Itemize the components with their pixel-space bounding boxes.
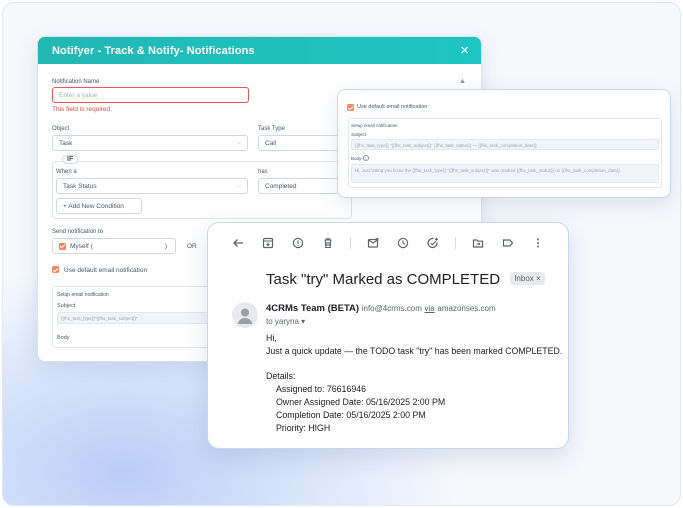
when-label: When a <box>56 169 77 175</box>
setup-email-label: Setup email notification <box>57 292 109 298</box>
move-to-icon[interactable] <box>470 235 486 251</box>
if-badge: IF <box>62 155 79 164</box>
snooze-icon[interactable] <box>395 235 411 251</box>
body-field[interactable]: Hi, Just letting you know the {{fhs_task… <box>351 164 659 183</box>
chevron-down-icon: ⌵ <box>236 183 241 189</box>
inbox-label-badge[interactable]: Inbox × <box>510 272 545 285</box>
owner-date-line: Owner Assigned Date: 05/16/2025 2:00 PM <box>276 397 446 407</box>
checkbox-icon[interactable] <box>59 242 66 250</box>
task-type-label: Task Type <box>258 126 285 132</box>
chevron-down-icon: ⌵ <box>236 140 241 146</box>
close-icon[interactable]: × <box>536 274 541 283</box>
assigned-to-line: Assigned to: 76616946 <box>276 384 366 394</box>
body-label: Body <box>57 335 70 341</box>
close-icon[interactable]: × <box>460 43 469 58</box>
sender-name: 4CRMs Team (BETA) <box>266 303 360 314</box>
object-select[interactable]: Task ⌵ <box>52 135 248 151</box>
collapse-icon[interactable]: ▲ <box>459 78 466 85</box>
report-spam-icon[interactable] <box>290 235 306 251</box>
delete-icon[interactable] <box>320 235 336 251</box>
has-label: has <box>258 169 268 175</box>
mark-unread-icon[interactable] <box>365 235 381 251</box>
subject-label: Subject <box>57 303 76 309</box>
notification-name-label: Notification Name <box>52 79 100 85</box>
sender-email: info@4crms.com <box>361 304 422 313</box>
email-subject: Task "try" Marked as COMPLETED Inbox × <box>266 271 545 288</box>
use-default-email-checkbox[interactable] <box>347 104 354 111</box>
use-default-email-label: Use default email notification <box>357 104 428 110</box>
back-arrow-icon[interactable] <box>230 235 246 251</box>
info-icon: i <box>363 155 369 161</box>
mail-toolbar <box>230 235 560 251</box>
subject-field[interactable]: {{fhs_task_type}} "{{fhs_task_subject}}"… <box>351 139 659 150</box>
more-options-icon[interactable] <box>530 235 546 251</box>
details-label: Details: <box>266 371 296 381</box>
modal-title: Notifyer - Track & Notify- Notifications <box>52 44 255 57</box>
send-to-label: Send notification to <box>52 229 104 235</box>
toolbar-divider <box>455 237 456 249</box>
toolbar-divider <box>350 237 351 249</box>
avatar <box>232 302 258 328</box>
email-preview-card: Task "try" Marked as COMPLETED Inbox × 4… <box>207 222 569 449</box>
modal-header: Notifyer - Track & Notify- Notifications… <box>38 37 481 64</box>
when-select[interactable]: Task Status ⌵ <box>56 178 248 194</box>
or-label: OR <box>187 243 197 250</box>
add-condition-button[interactable]: + Add New Condition <box>56 198 142 214</box>
sender-line: 4CRMs Team (BETA) info@4crms.com via ama… <box>266 303 496 314</box>
message-line: Just a quick update — the TODO task "try… <box>266 346 563 356</box>
has-select[interactable]: Completed <box>258 178 348 194</box>
object-label: Object <box>52 126 70 132</box>
priority-line: Priority: HIGH <box>276 423 331 433</box>
subject-label: Subject <box>351 132 367 137</box>
recipient-dropdown[interactable]: to yaryna ▾ <box>266 317 305 326</box>
archive-icon[interactable] <box>260 235 276 251</box>
greeting-text: Hi, <box>266 333 277 343</box>
completion-date-line: Completion Date: 05/16/2025 2:00 PM <box>276 410 426 420</box>
background-frame: Notifyer - Track & Notify- Notifications… <box>2 2 681 506</box>
add-task-icon[interactable] <box>425 235 441 251</box>
body-label: Body <box>351 156 362 161</box>
setup-email-label: Setup email notification <box>351 123 398 128</box>
notification-name-input[interactable]: Enter a value <box>52 87 249 103</box>
via-link[interactable]: via <box>425 304 435 313</box>
use-default-email-checkbox[interactable] <box>52 266 59 273</box>
required-error: This field is required. <box>52 106 112 113</box>
via-domain: amazonses.com <box>437 304 496 313</box>
label-icon[interactable] <box>500 235 516 251</box>
send-to-select[interactable]: Myself ( ) <box>52 238 176 254</box>
email-notification-panel: Use default email notification Setup ema… <box>337 89 671 198</box>
use-default-email-label: Use default email notification <box>64 267 148 274</box>
